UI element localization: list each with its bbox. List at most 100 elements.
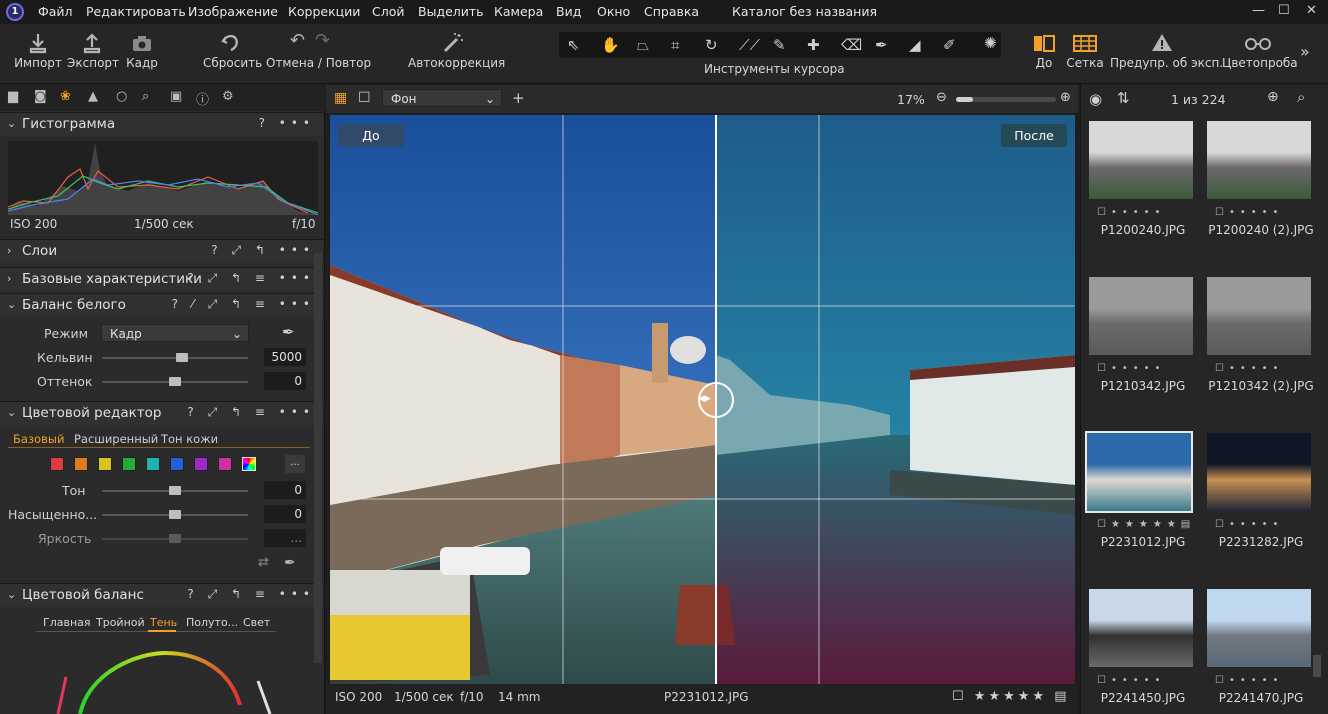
undo-icon[interactable]: ↶ (290, 30, 315, 51)
toolbar-overflow-icon[interactable]: » (1300, 42, 1310, 61)
menu-camera[interactable]: Камера (494, 4, 543, 19)
close-icon[interactable]: ✕ (1306, 3, 1317, 18)
export-button[interactable]: Экспорт (67, 30, 119, 70)
maximize-icon[interactable]: ☐ (1278, 3, 1290, 18)
lens-correction-icon[interactable]: ⟋⟋ (739, 36, 760, 54)
exposure-warning-button[interactable]: Предупр. об эксп. (1110, 30, 1223, 70)
eye-icon[interactable]: ◉ (1089, 90, 1102, 108)
tint-slider-knob[interactable] (169, 377, 181, 386)
menu-image[interactable]: Изображение (188, 4, 278, 19)
kelvin-slider[interactable] (102, 357, 248, 359)
brightness-input[interactable]: ... (264, 529, 306, 547)
tab-basic[interactable]: Базовый (13, 432, 64, 446)
reset-button[interactable]: Сбросить (203, 30, 262, 70)
section-actions-icon[interactable]: ? ⤢ ↰ ••• (211, 243, 315, 258)
eraser-icon[interactable]: ⌫ (841, 36, 862, 54)
color-swatch[interactable] (218, 457, 232, 471)
color-swatch[interactable] (194, 457, 208, 471)
menu-layer[interactable]: Слой (372, 4, 405, 19)
info-tab-icon[interactable]: ⓘ (196, 89, 209, 108)
color-swatch[interactable] (170, 457, 184, 471)
thumbnail-rating-icon[interactable]: ☐••••• (1215, 519, 1283, 530)
menu-file[interactable]: Файл (38, 4, 73, 19)
tab-highlights[interactable]: Свет (243, 616, 270, 629)
thumbnail-rating-icon[interactable]: ☐••••• (1215, 363, 1283, 374)
clipboard-tab-icon[interactable]: ▣ (170, 89, 182, 104)
single-view-icon[interactable]: ☐ (358, 90, 371, 106)
thumbnail-item[interactable] (1205, 277, 1317, 427)
tab-master[interactable]: Главная (43, 616, 91, 629)
thumbnail-item[interactable] (1085, 431, 1193, 513)
zoom-slider[interactable] (956, 97, 1056, 102)
thumbnail-rating-icon[interactable]: ☐••••• (1097, 207, 1165, 218)
autocorrect-button[interactable]: Автокоррекция (408, 30, 505, 70)
thumbnail-item[interactable] (1087, 121, 1199, 271)
color-swatch[interactable] (122, 457, 136, 471)
rating-stars-icon[interactable]: ☐ ★★★★★ ▤ (952, 689, 1069, 704)
swap-icon[interactable]: ⇄ (258, 555, 269, 570)
section-actions-icon[interactable]: ? ⤢ ↰ ≡ ••• (187, 271, 315, 286)
saturation-input[interactable]: 0 (264, 505, 306, 523)
hue-slider-knob[interactable] (169, 486, 181, 495)
color-picker-button[interactable]: Цветопроба (1222, 30, 1298, 70)
exposure-tab-icon[interactable]: ▲ (88, 89, 98, 104)
thumbnail-rating-icon[interactable]: ☐★★★★★▤ (1097, 519, 1195, 530)
zoom-thumbs-icon[interactable]: ⊕ (1267, 89, 1279, 105)
brush-icon[interactable]: ✎ (773, 36, 786, 54)
select-cursor-icon[interactable]: ⇖ (567, 36, 580, 54)
color-editor-header[interactable]: ⌄ Цветовой редактор ? ⤢ ↰ ≡ ••• (0, 401, 323, 425)
pencil-icon[interactable]: ✐ (943, 36, 956, 54)
menu-window[interactable]: Окно (597, 4, 630, 19)
import-button[interactable]: Импорт (14, 30, 62, 70)
tab-midtones[interactable]: Полуто... (186, 616, 238, 629)
hue-input[interactable]: 0 (264, 481, 306, 499)
menu-view[interactable]: Вид (556, 4, 581, 19)
sparkle-icon[interactable]: ✺ (984, 34, 997, 52)
tint-input[interactable]: 0 (264, 372, 306, 390)
camera-tab-icon[interactable]: ◙ (34, 89, 47, 104)
section-actions-icon[interactable]: ? ⤢ ↰ ≡ ••• (187, 405, 315, 420)
histogram-header[interactable]: ⌄ Гистограмма ? ••• (0, 112, 323, 136)
menu-adjustments[interactable]: Коррекции (288, 4, 360, 19)
grid-button[interactable]: Сетка (1066, 30, 1104, 70)
color-swatch[interactable] (146, 457, 160, 471)
image-viewer[interactable]: ◂▸ До После (330, 115, 1075, 684)
background-select[interactable]: Фон ⌄ (382, 89, 502, 107)
search-tab-icon[interactable]: ⌕ (142, 89, 149, 104)
brightness-slider-knob[interactable] (169, 534, 181, 543)
thumbnail-rating-icon[interactable]: ☐••••• (1097, 675, 1165, 686)
capture-button[interactable]: Кадр (124, 30, 160, 70)
redo-icon[interactable]: ↷ (315, 30, 340, 51)
more-colors-button[interactable]: ... (285, 455, 305, 473)
sort-icon[interactable]: ⇅ (1117, 89, 1130, 107)
folder-icon[interactable]: ▆ (8, 89, 18, 104)
thumbnail-rating-icon[interactable]: ☐••••• (1215, 675, 1283, 686)
menu-help[interactable]: Справка (644, 4, 699, 19)
menu-select[interactable]: Выделить (418, 4, 484, 19)
pan-hand-icon[interactable]: ✋ (601, 36, 620, 54)
crop-icon[interactable]: ⌗ (671, 36, 679, 54)
rotate-icon[interactable]: ↻ (705, 36, 718, 54)
picker-icon[interactable]: ✒ (284, 555, 296, 571)
multi-view-icon[interactable]: ▦ (334, 90, 347, 106)
minimize-icon[interactable]: — (1252, 3, 1265, 18)
heal-icon[interactable]: ✚ (807, 36, 820, 54)
menu-edit[interactable]: Редактировать (86, 4, 186, 19)
search-icon[interactable]: ⌕ (1297, 88, 1305, 106)
thumbnail-rating-icon[interactable]: ☐••••• (1097, 363, 1165, 374)
eyedropper-icon[interactable]: ✒ (282, 323, 295, 341)
color-balance-header[interactable]: ⌄ Цветовой баланс ? ⤢ ↰ ≡ ••• (0, 583, 323, 607)
wb-mode-select[interactable]: Кадр ⌄ (101, 324, 249, 342)
tab-advanced[interactable]: Расширенный (74, 432, 158, 446)
tab-shadow[interactable]: Тень (150, 616, 177, 629)
zoom-in-icon[interactable]: ⊕ (1060, 90, 1071, 105)
thumbnail-item[interactable] (1205, 433, 1317, 583)
picker-icon[interactable]: ✒ (875, 36, 888, 54)
color-swatch[interactable] (50, 457, 64, 471)
thumbnail-item[interactable] (1087, 277, 1199, 427)
thumbnail-item[interactable] (1205, 121, 1317, 271)
left-panel-scrollbar[interactable] (314, 253, 322, 663)
keystone-icon[interactable]: ⏢ (637, 36, 649, 54)
color-swatch[interactable] (98, 457, 112, 471)
kelvin-input[interactable]: 5000 (264, 348, 306, 366)
